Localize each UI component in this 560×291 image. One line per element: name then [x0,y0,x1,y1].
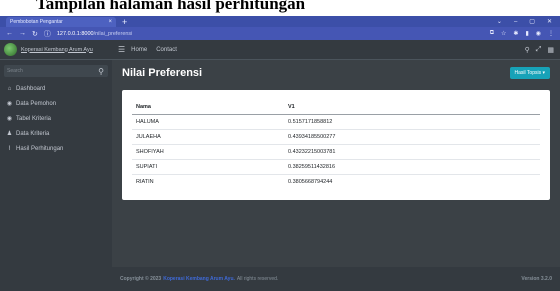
dashboard-icon: ⌂ [7,85,12,92]
maximize-icon[interactable]: ▢ [529,17,535,27]
search-input[interactable] [4,65,94,77]
nav-link-contact[interactable]: Contact [156,47,177,53]
nav-link-home[interactable]: Home [131,47,147,53]
table-row: SUPIATI 0.38259511432816 [132,159,540,175]
sidebar-item-dashboard[interactable]: ⌂ Dashboard [0,81,112,96]
reload-icon[interactable]: ↻ [32,30,38,38]
sidebar-item-tabel-kriteria[interactable]: ◉ Tabel Kriteria [0,111,112,126]
chevron-down-icon[interactable]: ⌄ [497,17,502,27]
new-tab-button[interactable]: + [122,17,127,27]
share-icon[interactable]: ⧉ [490,30,494,37]
sidebar-item-data-pemohon[interactable]: ◉ Data Pemohon [0,96,112,111]
sidebar-item-data-kriteria[interactable]: ♟ Data Kriteria [0,126,112,141]
sidebar: Koperasi Kembang Arum Ayu ⚲ ⌂ Dashboard … [0,40,112,291]
url-host: 127.0.0.1:8000 [56,30,94,37]
footer-version: Version 3.2.0 [521,276,552,282]
brand-name[interactable]: Koperasi Kembang Arum Ayu [21,47,93,53]
address-bar: ← → ↻ ⓘ 127.0.0.1:8000/nilai_preferensi … [0,27,560,40]
user-icon: ◉ [6,116,13,122]
cell-nama: HALUMA [132,114,284,130]
browser-tab[interactable]: Pembobotan Pengantar × [6,17,116,27]
cell-v1: 0.43934185500277 [284,129,540,145]
app: Koperasi Kembang Arum Ayu ⚲ ⌂ Dashboard … [0,40,560,291]
back-icon[interactable]: ← [6,30,13,37]
sidebar-item-label: Dashboard [16,85,46,92]
document-caption: Tampilan halaman hasil perhitungan [0,0,560,16]
table-row: SHOFIYAH 0.43232215003781 [132,144,540,160]
star-icon[interactable]: ☆ [501,30,506,37]
browser-window: Pembobotan Pengantar × + ⌄ – ▢ ✕ ← → ↻ ⓘ… [0,16,560,291]
chart-icon: ⌇ [8,146,11,152]
search-icon[interactable]: ⚲ [94,65,108,77]
table-row: HALUMA 0.5157171858812 [132,114,540,130]
tab-bar: Pembobotan Pengantar × + ⌄ – ▢ ✕ [0,16,560,27]
cell-v1: 0.43232215003781 [284,144,540,160]
cell-v1: 0.5157171858812 [284,114,540,130]
footer: Copyright © 2023 Koperasi Kembang Arum A… [112,267,560,291]
cell-nama: SHOFIYAH [132,144,284,160]
table-header-row: Nama V1 [132,100,540,115]
profile-icon[interactable]: ◉ [536,30,541,37]
hamburger-icon[interactable]: ☰ [118,45,125,54]
dropdown-label: Hasil Topsis [514,70,542,76]
caret-down-icon: ▾ [542,70,545,76]
caption-text: Tampilan halaman hasil perhitungan [36,0,306,13]
minimize-icon[interactable]: – [514,17,517,27]
user-icon: ◉ [6,101,13,107]
preferensi-card: Nama V1 HALUMA 0.5157171858812 JULAEHA 0… [122,90,550,200]
sidepanel-icon[interactable]: ▮ [525,30,528,37]
footer-rights: All rights reserved. [236,276,279,282]
brand-logo [4,43,17,56]
main-content: ☰ Home Contact ⚲ ⤢ ▦ Nilai Preferensi Ha… [112,40,560,291]
address-actions: ⧉ ☆ ✱ ▮ ◉ ⋮ [490,30,554,37]
forward-icon[interactable]: → [19,30,26,37]
url-field[interactable]: 127.0.0.1:8000/nilai_preferensi [57,31,484,37]
cell-v1: 0.3805668794244 [284,174,540,190]
search-icon[interactable]: ⚲ [525,46,530,54]
sidebar-item-label: Data Kriteria [16,130,50,137]
navbar-actions: ⚲ ⤢ ▦ [525,46,560,54]
close-window-icon[interactable]: ✕ [547,17,552,27]
tab-title: Pembobotan Pengantar [10,19,63,25]
table-row: RIATIN 0.3805668794244 [132,174,540,190]
cell-nama: RIATIN [132,174,284,190]
window-controls: ⌄ – ▢ ✕ [497,17,560,27]
footer-copyright: Copyright © 2023 [120,276,162,282]
page-header: Nilai Preferensi Hasil Topsis ▾ [112,60,560,86]
page-title: Nilai Preferensi [122,67,203,79]
menu-icon[interactable]: ⋮ [548,30,554,37]
sidebar-search: ⚲ [4,65,108,77]
table-row: JULAEHA 0.43934185500277 [132,129,540,145]
info-icon[interactable]: ⓘ [44,29,51,39]
sidebar-item-label: Data Pemohon [16,100,57,107]
grid-icon[interactable]: ▦ [547,46,554,54]
brand[interactable]: Koperasi Kembang Arum Ayu [0,40,112,60]
column-header-v1: V1 [284,100,540,115]
column-header-nama: Nama [132,100,284,115]
cell-v1: 0.38259511432816 [284,159,540,175]
preferensi-table: Nama V1 HALUMA 0.5157171858812 JULAEHA 0… [132,100,540,190]
hasil-topsis-dropdown[interactable]: Hasil Topsis ▾ [509,67,550,79]
extensions-icon[interactable]: ✱ [513,30,518,37]
footer-link[interactable]: Koperasi Kembang Arum Ayu. [163,276,235,282]
fullscreen-icon[interactable]: ⤢ [536,46,542,54]
close-tab-icon[interactable]: × [108,19,112,25]
users-icon: ♟ [6,131,13,137]
sidebar-item-label: Tabel Kriteria [16,115,52,122]
cell-nama: SUPIATI [132,159,284,175]
sidebar-item-hasil-perhitungan[interactable]: ⌇ Hasil Perhitungan [0,141,112,156]
sidebar-item-label: Hasil Perhitungan [16,145,64,152]
top-navbar: ☰ Home Contact ⚲ ⤢ ▦ [112,40,560,60]
cell-nama: JULAEHA [132,129,284,145]
url-path: /nilai_preferensi [93,30,133,37]
